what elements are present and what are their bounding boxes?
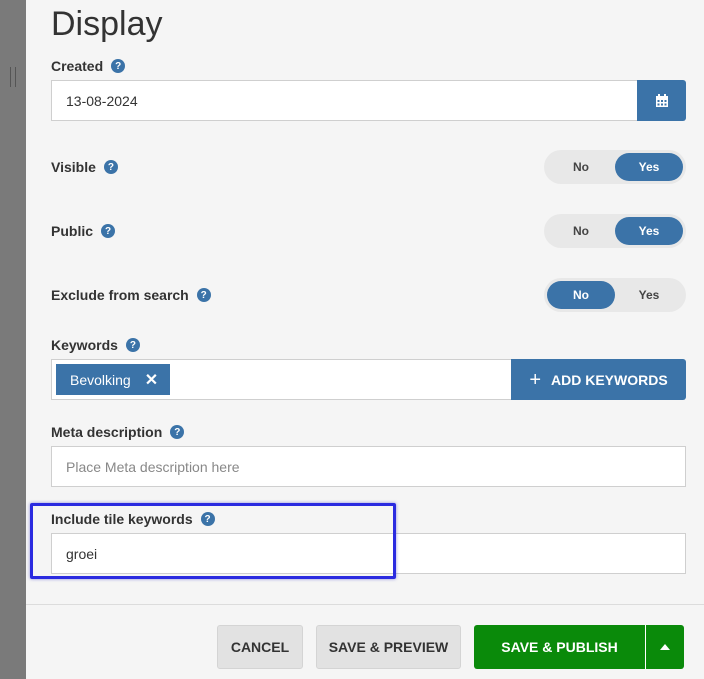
created-label: Created ? xyxy=(51,58,126,74)
public-label-text: Public xyxy=(51,223,94,239)
keyword-chip-label: Bevolking xyxy=(70,371,131,388)
exclude-search-toggle[interactable]: No Yes xyxy=(544,278,686,312)
meta-description-label: Meta description ? xyxy=(51,424,185,440)
publish-options-button[interactable] xyxy=(645,625,684,669)
footer-divider xyxy=(26,604,704,605)
public-yes-option[interactable]: Yes xyxy=(615,217,683,245)
panel-title: Display xyxy=(51,5,163,43)
save-publish-button[interactable]: SAVE & PUBLISH xyxy=(474,625,645,669)
close-icon[interactable]: ✕ xyxy=(145,370,158,390)
question-circle-icon[interactable]: ? xyxy=(170,425,185,439)
question-circle-icon[interactable]: ? xyxy=(125,338,140,352)
cancel-button[interactable]: CANCEL xyxy=(217,625,303,669)
exclude-search-no-option[interactable]: No xyxy=(547,281,615,309)
exclude-search-label: Exclude from search ? xyxy=(51,287,211,303)
visible-label: Visible ? xyxy=(51,159,118,175)
calendar-button[interactable] xyxy=(637,80,686,121)
keywords-label: Keywords ? xyxy=(51,337,140,353)
created-date-input[interactable]: 13-08-2024 xyxy=(51,80,638,121)
left-scroll-strip xyxy=(0,0,26,679)
keywords-label-text: Keywords xyxy=(51,337,118,353)
visible-no-option[interactable]: No xyxy=(547,153,615,181)
save-preview-button[interactable]: SAVE & PREVIEW xyxy=(316,625,461,669)
drag-handle-icon[interactable] xyxy=(10,67,16,87)
meta-description-label-text: Meta description xyxy=(51,424,163,440)
add-keywords-button[interactable]: + ADD KEYWORDS xyxy=(511,359,686,400)
plus-icon: + xyxy=(529,368,541,391)
created-label-text: Created xyxy=(51,58,104,74)
display-panel: Display Created ? 13-08-2024 Visible ? N… xyxy=(26,0,704,679)
public-no-option[interactable]: No xyxy=(547,217,615,245)
add-keywords-label: ADD KEYWORDS xyxy=(551,371,668,388)
visible-yes-option[interactable]: Yes xyxy=(615,153,683,181)
meta-description-input[interactable]: Place Meta description here xyxy=(51,446,686,487)
question-circle-icon[interactable]: ? xyxy=(196,288,211,302)
visible-toggle[interactable]: No Yes xyxy=(544,150,686,184)
public-label: Public ? xyxy=(51,223,116,239)
question-circle-icon[interactable]: ? xyxy=(101,224,116,238)
question-circle-icon[interactable]: ? xyxy=(103,160,118,174)
calendar-icon xyxy=(655,93,668,107)
exclude-search-label-text: Exclude from search xyxy=(51,287,189,303)
keywords-input[interactable]: Bevolking ✕ xyxy=(51,359,512,400)
public-toggle[interactable]: No Yes xyxy=(544,214,686,248)
keyword-chip: Bevolking ✕ xyxy=(56,364,171,395)
caret-up-icon xyxy=(660,644,670,650)
visible-label-text: Visible xyxy=(51,159,96,175)
question-circle-icon[interactable]: ? xyxy=(111,59,126,73)
focus-highlight xyxy=(30,503,396,579)
exclude-search-yes-option[interactable]: Yes xyxy=(615,281,683,309)
